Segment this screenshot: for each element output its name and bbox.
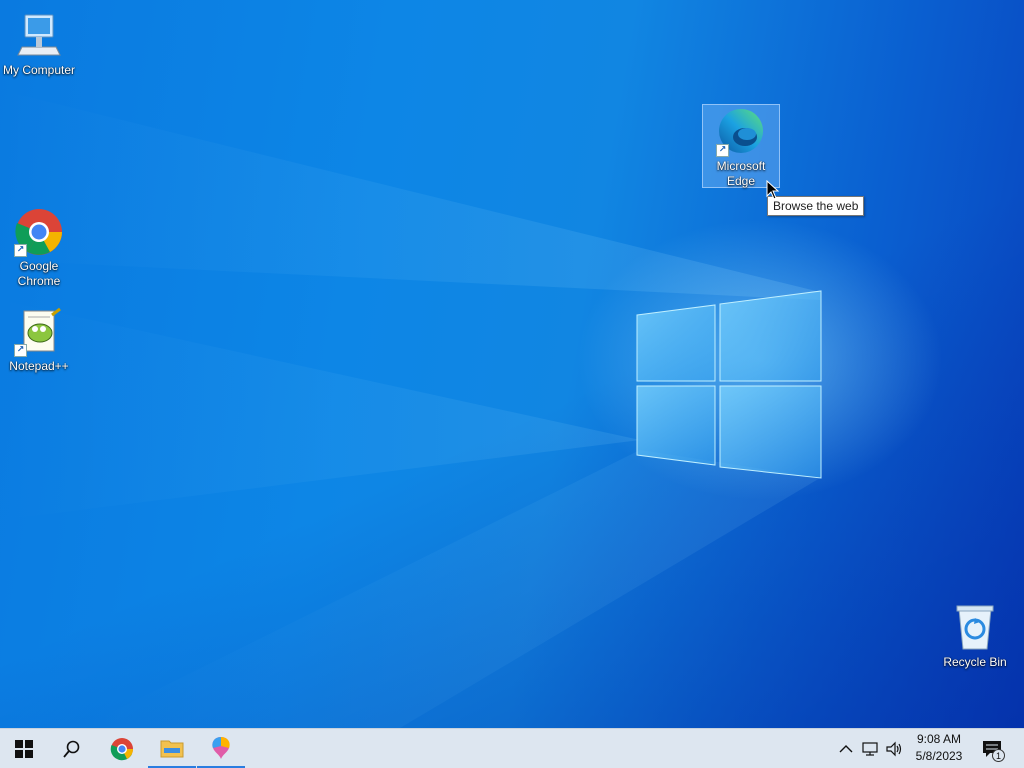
network-icon[interactable]: [862, 741, 880, 757]
desktop-icon-my-computer[interactable]: My Computer: [0, 8, 78, 83]
folder-icon: [160, 740, 184, 757]
clock-date: 5/8/2023: [915, 749, 963, 763]
shortcut-arrow-icon: ↗: [14, 244, 27, 257]
desktop-icon-recycle-bin[interactable]: Recycle Bin: [936, 600, 1014, 675]
windows-logo-wallpaper: [636, 290, 822, 479]
icon-label: My Computer: [2, 63, 76, 77]
computer-icon: [14, 11, 64, 61]
recycle-bin-icon: [950, 603, 1000, 653]
taskbar-chrome-button[interactable]: [98, 729, 146, 768]
notepad-plus-plus-icon: ↗: [14, 307, 64, 357]
clock-time: 9:08 AM: [916, 732, 962, 746]
shortcut-arrow-icon: ↗: [716, 144, 729, 157]
icon-label: Notepad++: [9, 359, 69, 373]
search-icon: [63, 740, 80, 758]
chrome-icon: ↗: [14, 207, 64, 257]
desktop-icon-microsoft-edge[interactable]: ↗ Microsoft Edge: [702, 104, 780, 188]
clock[interactable]: 9:08 AM 5/8/2023: [908, 731, 970, 765]
action-center-button[interactable]: [972, 729, 1012, 768]
start-button[interactable]: [0, 729, 48, 768]
icon-label: Google Chrome: [17, 259, 61, 288]
taskbar-file-explorer-button[interactable]: [148, 729, 196, 768]
notification-count-badge: 1: [992, 749, 1005, 762]
chrome-icon: [110, 737, 134, 760]
icon-label: Recycle Bin: [943, 655, 1007, 669]
paint-icon: [212, 736, 230, 759]
system-tray: [838, 729, 904, 768]
desktop-icon-notepad-plus-plus[interactable]: ↗ Notepad++: [0, 304, 78, 379]
desktop-icon-google-chrome[interactable]: ↗ Google Chrome: [0, 204, 78, 294]
volume-icon[interactable]: [886, 741, 904, 757]
search-button[interactable]: [48, 729, 96, 768]
shortcut-arrow-icon: ↗: [14, 344, 27, 357]
windows-logo-icon: [15, 739, 33, 758]
chevron-up-icon[interactable]: [838, 741, 854, 757]
wallpaper-beams: [0, 90, 822, 728]
taskbar-paint-button[interactable]: [197, 729, 245, 768]
taskbar: 9:08 AM 5/8/2023 1: [0, 728, 1024, 768]
tooltip: Browse the web: [767, 196, 865, 216]
edge-icon: ↗: [716, 107, 766, 157]
mouse-cursor-icon: [766, 180, 780, 200]
desktop-background: My Computer ↗ Google Chrome ↗ Notepad++ …: [0, 0, 1024, 728]
